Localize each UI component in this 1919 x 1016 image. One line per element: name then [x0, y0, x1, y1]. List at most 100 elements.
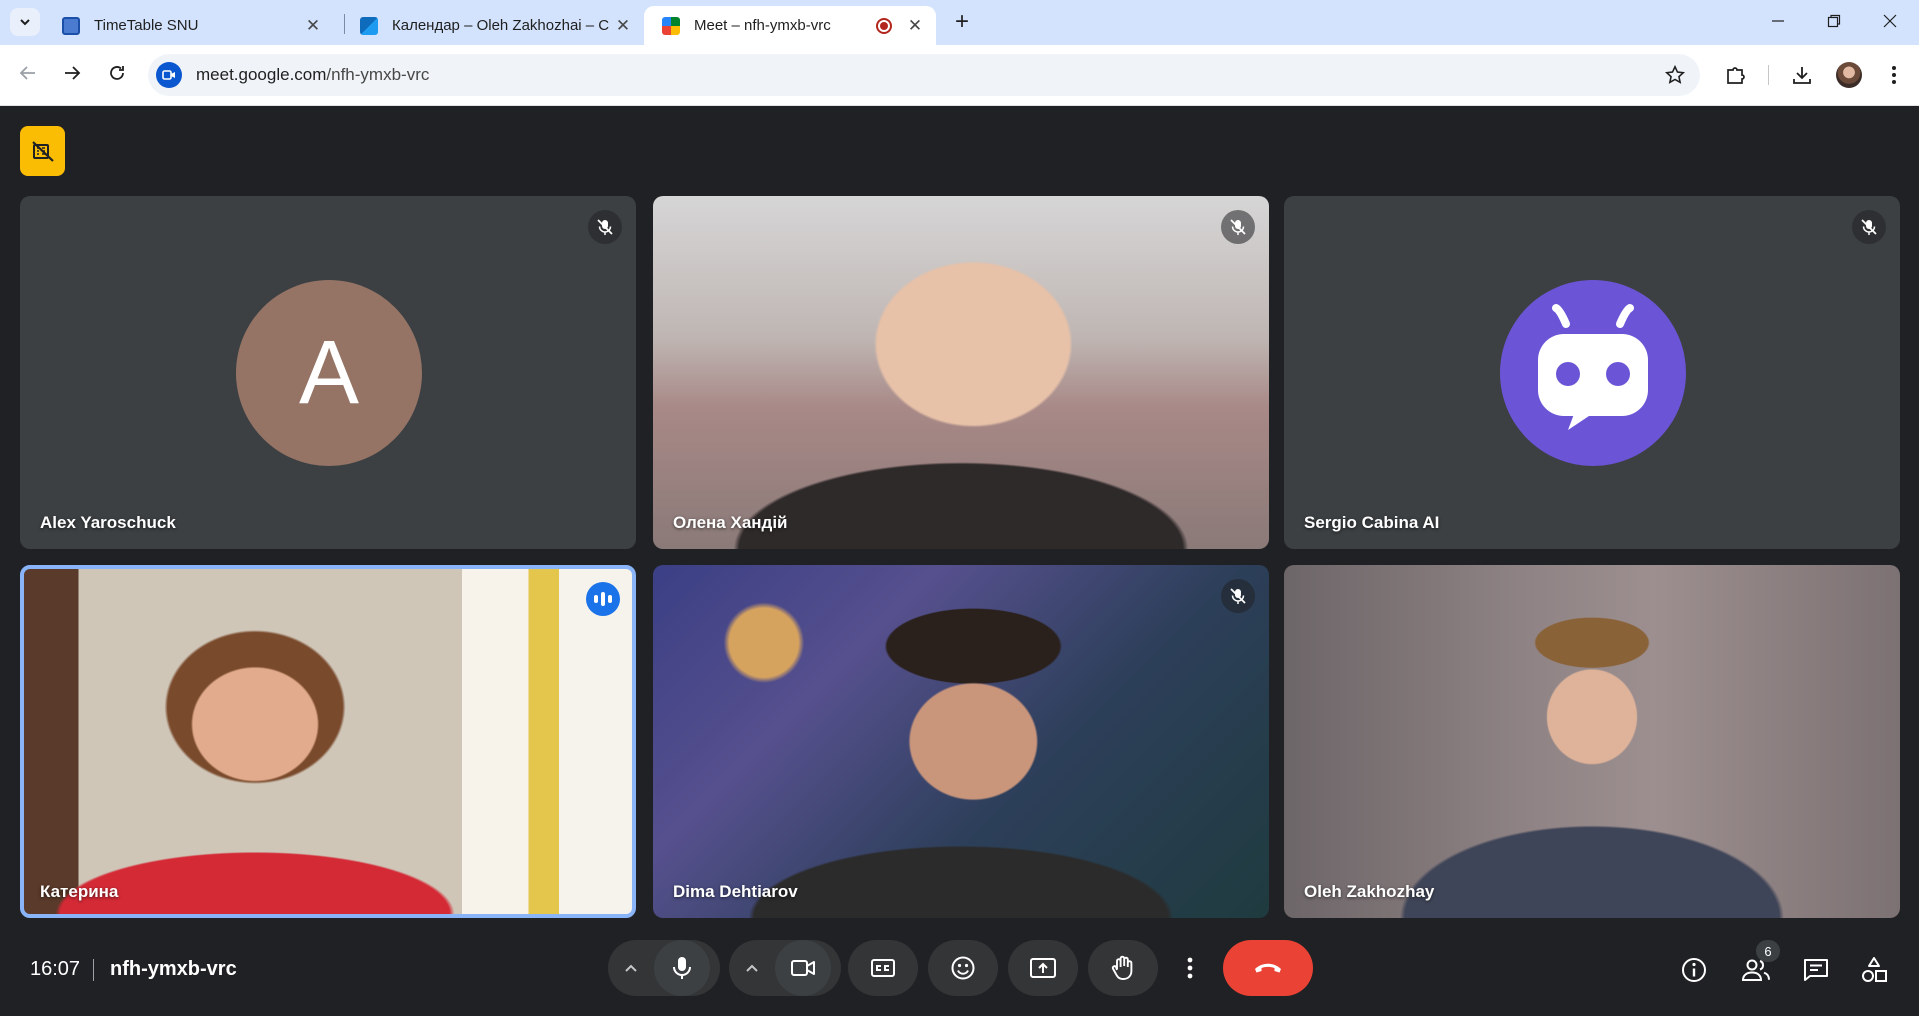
- close-icon[interactable]: ✕: [302, 15, 324, 37]
- chevron-down-icon: [20, 19, 30, 26]
- meet-icon: [662, 16, 680, 35]
- tab-title: Календар – Oleh Zakhozhai – C: [392, 17, 610, 34]
- captions-button[interactable]: [848, 940, 918, 996]
- meet-control-bar: 16:07 nfh-ymxb-vrc 6: [0, 930, 1919, 1016]
- back-arrow-icon: [19, 66, 35, 80]
- avatar: A: [236, 280, 422, 466]
- tab-strip: TimeTable SNU ✕ Календар – Oleh Zakhozha…: [0, 0, 1919, 45]
- meeting-code: nfh-ymxb-vrc: [110, 958, 237, 980]
- url-host: meet.google.com: [196, 65, 327, 84]
- close-icon[interactable]: ✕: [904, 15, 926, 37]
- mic-off-icon: [1852, 210, 1886, 244]
- participant-name: Dima Dehtiarov: [673, 882, 798, 901]
- bot-avatar: [1500, 280, 1686, 466]
- camera-control: [729, 940, 841, 996]
- participant-tile[interactable]: Олена Хандій: [653, 196, 1269, 549]
- downloads-button[interactable]: [1790, 63, 1814, 87]
- participant-tile[interactable]: Oleh Zakhozhay: [1284, 565, 1900, 918]
- more-vert-icon: [1187, 957, 1193, 979]
- puzzle-icon: [1727, 67, 1745, 84]
- divider: [93, 959, 94, 981]
- recording-badge[interactable]: [20, 126, 65, 176]
- recording-icon: [876, 17, 892, 34]
- info-icon: [1682, 958, 1706, 982]
- forward-arrow-icon: [65, 66, 81, 80]
- audio-options-button[interactable]: [608, 940, 654, 996]
- mic-off-icon: [588, 210, 622, 244]
- reactions-button[interactable]: [928, 940, 998, 996]
- participant-tile[interactable]: Катерина: [20, 565, 636, 918]
- microphone-icon: [673, 957, 691, 979]
- address-bar[interactable]: meet.google.com/nfh-ymxb-vrc: [148, 54, 1700, 96]
- participant-name: Олена Хандій: [673, 513, 788, 532]
- mic-off-icon: [1221, 579, 1255, 613]
- participant-name: Alex Yaroschuck: [40, 513, 176, 532]
- tab-title: Meet – nfh-ymxb-vrc: [694, 17, 831, 34]
- url-path: /nfh-ymxb-vrc: [326, 65, 430, 84]
- reload-button[interactable]: [105, 61, 129, 85]
- participant-tile[interactable]: Dima Dehtiarov: [653, 565, 1269, 918]
- tab-calendar[interactable]: Календар – Oleh Zakhozhai – C ✕: [342, 6, 644, 45]
- back-button[interactable]: [16, 61, 40, 85]
- people-icon: [1741, 959, 1770, 981]
- video-camera-icon: [162, 70, 175, 80]
- tab-title: TimeTable SNU: [94, 17, 199, 34]
- url-text: meet.google.com/nfh-ymxb-vrc: [196, 65, 429, 85]
- calendar-icon: [360, 16, 378, 35]
- tab-meet[interactable]: Meet – nfh-ymxb-vrc ✕: [644, 6, 936, 45]
- more-options-button[interactable]: [1170, 940, 1210, 996]
- bookmark-button[interactable]: [1664, 64, 1686, 91]
- closed-captions-icon: [871, 959, 895, 977]
- mic-off-icon: [1221, 210, 1255, 244]
- browser-menu-button[interactable]: [1882, 63, 1906, 87]
- minimize-icon: [1772, 20, 1784, 22]
- restore-button[interactable]: [1806, 6, 1862, 36]
- window-close-button[interactable]: [1862, 6, 1918, 36]
- video-options-button[interactable]: [729, 940, 775, 996]
- emoji-icon: [951, 956, 975, 980]
- participant-tile[interactable]: Sergio Cabina AI: [1284, 196, 1900, 549]
- raise-hand-button[interactable]: [1088, 940, 1158, 996]
- camera-button[interactable]: [775, 940, 831, 996]
- activities-button[interactable]: [1858, 954, 1890, 986]
- present-screen-button[interactable]: [1008, 940, 1078, 996]
- speaking-indicator-icon: [586, 582, 620, 616]
- chat-button[interactable]: [1800, 954, 1832, 986]
- restore-icon: [1827, 14, 1841, 28]
- download-icon: [1793, 67, 1811, 84]
- close-icon: [1883, 14, 1897, 28]
- hand-icon: [1111, 955, 1133, 980]
- participant-tile[interactable]: A Alex Yaroschuck: [20, 196, 636, 549]
- forward-button[interactable]: [60, 61, 84, 85]
- participant-name: Катерина: [40, 882, 119, 901]
- star-icon: [1664, 64, 1686, 84]
- people-button[interactable]: [1740, 954, 1772, 986]
- avatar[interactable]: [1836, 62, 1862, 88]
- new-tab-button[interactable]: +: [950, 8, 974, 35]
- microphone-button[interactable]: [654, 940, 710, 996]
- participant-name: Oleh Zakhozhay: [1304, 882, 1435, 901]
- site-info-button[interactable]: [156, 62, 182, 88]
- chevron-up-icon: [625, 964, 637, 972]
- timetable-icon: [62, 16, 80, 35]
- present-screen-icon: [1030, 958, 1056, 978]
- tab-timetable[interactable]: TimeTable SNU ✕: [44, 6, 334, 45]
- no-camera-icon: [31, 141, 54, 162]
- browser-toolbar: meet.google.com/nfh-ymxb-vrc: [0, 45, 1919, 106]
- call-end-icon: [1255, 963, 1281, 973]
- meeting-clock: 16:07: [30, 958, 81, 980]
- tab-search-button[interactable]: [10, 8, 40, 36]
- reload-icon: [110, 66, 124, 80]
- participant-name: Sergio Cabina AI: [1304, 513, 1440, 532]
- toolbar-divider: [1768, 65, 1769, 85]
- leave-call-button[interactable]: [1223, 940, 1313, 996]
- close-icon[interactable]: ✕: [612, 15, 634, 37]
- extensions-button[interactable]: [1724, 63, 1748, 87]
- video-camera-icon: [791, 960, 815, 976]
- minimize-button[interactable]: [1750, 6, 1806, 36]
- meeting-details-button[interactable]: [1678, 954, 1710, 986]
- chat-icon: [1804, 959, 1828, 981]
- microphone-control: [608, 940, 720, 996]
- chevron-up-icon: [746, 964, 758, 972]
- bot-icon: [1538, 304, 1648, 430]
